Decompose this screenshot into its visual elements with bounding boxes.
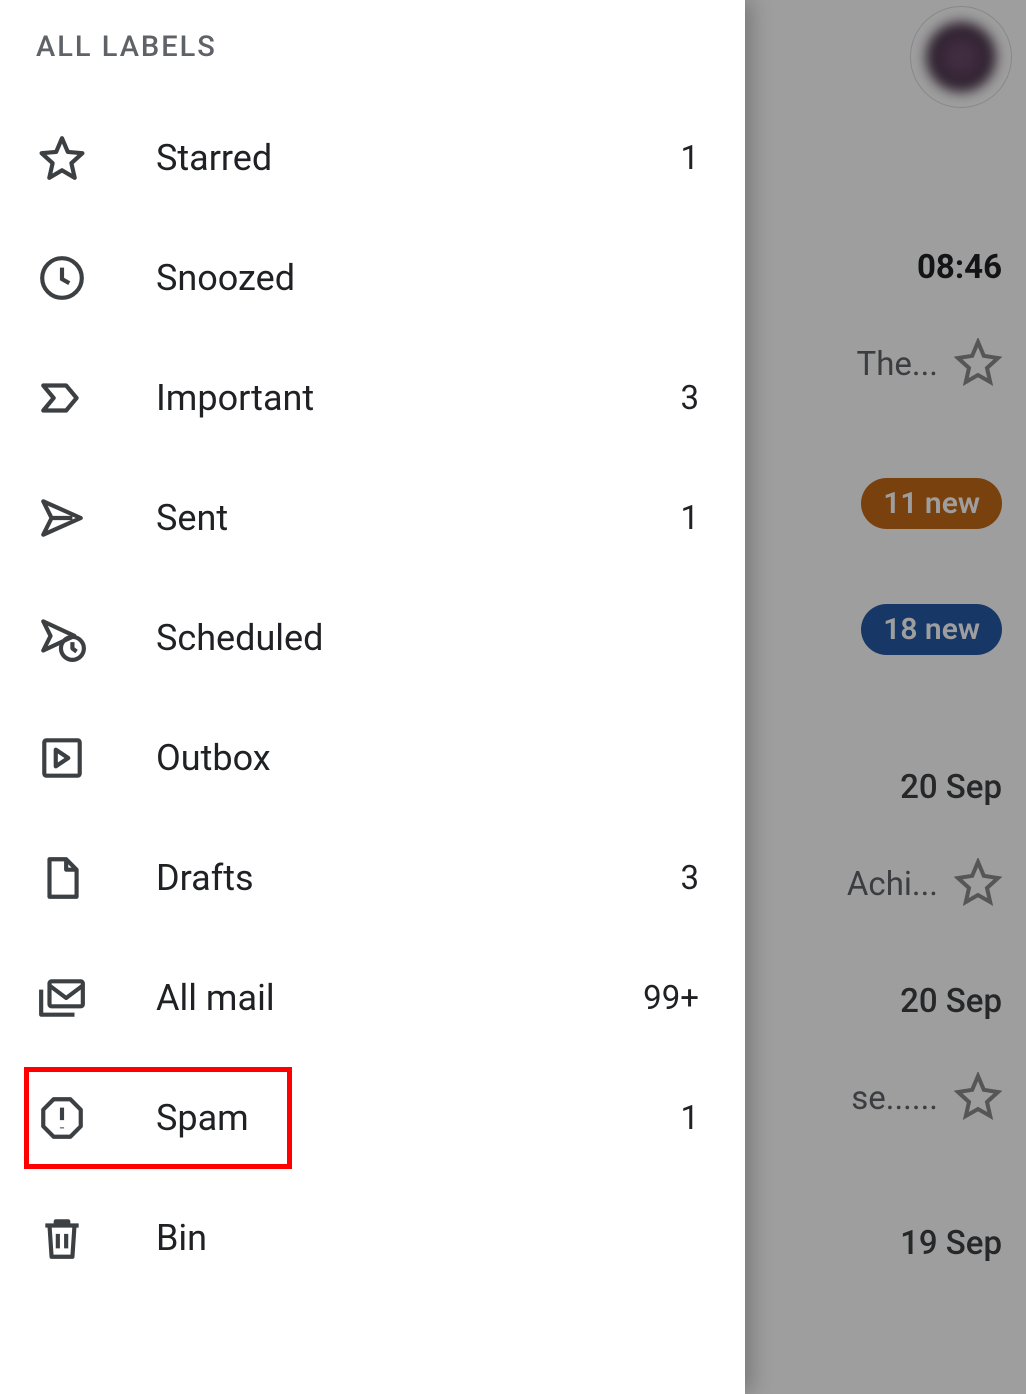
clock-icon [36,252,88,304]
navigation-drawer: ALL LABELS Starred 1 Snoozed Important 3… [0,0,745,1394]
sidebar-item-count: 99+ [643,979,715,1018]
sidebar-item-label: Drafts [156,857,680,899]
allmail-icon [36,972,88,1024]
sidebar-item-count: 1 [680,499,715,538]
sidebar-item-spam[interactable]: Spam 1 [0,1058,745,1178]
sidebar-item-label: Outbox [156,737,699,779]
sidebar-item-label: Scheduled [156,617,699,659]
spam-icon [36,1092,88,1144]
sidebar-item-label: All mail [156,977,643,1019]
sidebar-item-allmail[interactable]: All mail 99+ [0,938,745,1058]
star-icon [36,132,88,184]
sidebar-item-count: 3 [680,859,715,898]
sidebar-item-label: Sent [156,497,680,539]
sidebar-item-scheduled[interactable]: Scheduled [0,578,745,698]
sidebar-item-sent[interactable]: Sent 1 [0,458,745,578]
sidebar-item-label: Starred [156,137,680,179]
sidebar-item-label: Important [156,377,680,419]
scheduled-icon [36,612,88,664]
sidebar-item-outbox[interactable]: Outbox [0,698,745,818]
draft-icon [36,852,88,904]
sidebar-item-count: 3 [680,379,715,418]
sidebar-item-important[interactable]: Important 3 [0,338,745,458]
sidebar-item-label: Snoozed [156,257,699,299]
inbox-background: 08:46 The... 11 new 18 new 20 Sep Achi..… [745,0,1026,1394]
sidebar-item-drafts[interactable]: Drafts 3 [0,818,745,938]
section-header: ALL LABELS [0,20,745,98]
bin-icon [36,1212,88,1264]
sidebar-item-label: Spam [156,1097,680,1139]
sidebar-item-count: 1 [680,1099,715,1138]
sidebar-item-snoozed[interactable]: Snoozed [0,218,745,338]
sidebar-item-starred[interactable]: Starred 1 [0,98,745,218]
send-icon [36,492,88,544]
important-icon [36,372,88,424]
sidebar-item-label: Bin [156,1217,699,1259]
sidebar-item-count: 1 [680,139,715,178]
sidebar-item-bin[interactable]: Bin [0,1178,745,1298]
outbox-icon [36,732,88,784]
